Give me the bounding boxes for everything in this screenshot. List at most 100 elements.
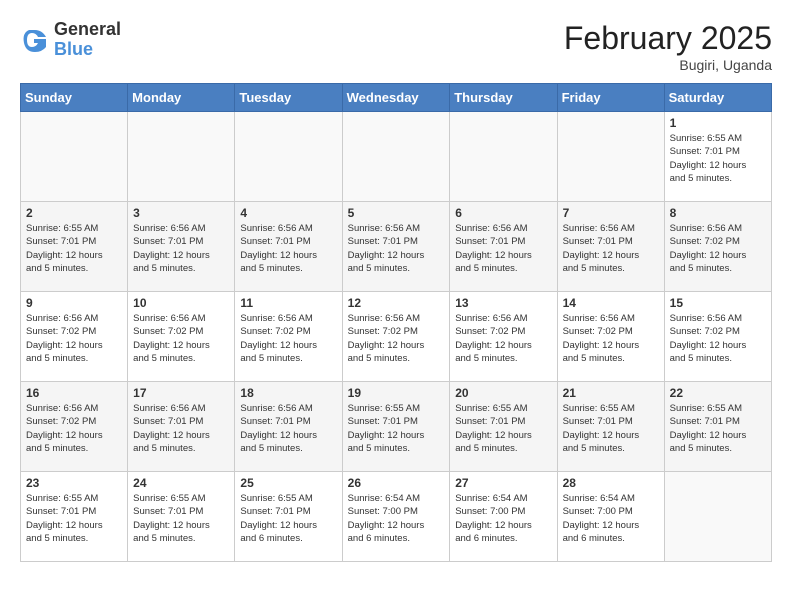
day-info: Sunrise: 6:55 AM Sunset: 7:01 PM Dayligh… [348, 402, 445, 455]
day-cell: 18 Sunrise: 6:56 AM Sunset: 7:01 PM Dayli… [235, 382, 342, 472]
day-info: Sunrise: 6:55 AM Sunset: 7:01 PM Dayligh… [26, 222, 122, 275]
calendar-subtitle: Bugiri, Uganda [564, 57, 772, 73]
day-info: Sunrise: 6:56 AM Sunset: 7:02 PM Dayligh… [348, 312, 445, 365]
day-cell: 14 Sunrise: 6:56 AM Sunset: 7:02 PM Dayli… [557, 292, 664, 382]
week-row-4: 16 Sunrise: 6:56 AM Sunset: 7:02 PM Dayli… [21, 382, 772, 472]
day-info: Sunrise: 6:54 AM Sunset: 7:00 PM Dayligh… [348, 492, 445, 545]
day-number: 9 [26, 296, 122, 310]
calendar-table: SundayMondayTuesdayWednesdayThursdayFrid… [20, 83, 772, 562]
day-cell: 7Sunrise: 6:56 AM Sunset: 7:01 PM Daylig… [557, 202, 664, 292]
logo: General Blue [20, 20, 121, 60]
day-cell: 10 Sunrise: 6:56 AM Sunset: 7:02 PM Dayli… [128, 292, 235, 382]
day-info: Sunrise: 6:56 AM Sunset: 7:01 PM Dayligh… [133, 222, 229, 275]
day-number: 19 [348, 386, 445, 400]
weekday-header-sunday: Sunday [21, 84, 128, 112]
day-info: Sunrise: 6:56 AM Sunset: 7:02 PM Dayligh… [670, 312, 766, 365]
weekday-header-friday: Friday [557, 84, 664, 112]
day-info: Sunrise: 6:56 AM Sunset: 7:01 PM Dayligh… [455, 222, 551, 275]
day-cell [450, 112, 557, 202]
day-number: 20 [455, 386, 551, 400]
day-number: 1 [670, 116, 766, 130]
day-info: Sunrise: 6:54 AM Sunset: 7:00 PM Dayligh… [455, 492, 551, 545]
day-number: 15 [670, 296, 766, 310]
day-cell: 19 Sunrise: 6:55 AM Sunset: 7:01 PM Dayli… [342, 382, 450, 472]
day-number: 21 [563, 386, 659, 400]
day-number: 17 [133, 386, 229, 400]
day-number: 2 [26, 206, 122, 220]
day-cell: 20 Sunrise: 6:55 AM Sunset: 7:01 PM Dayli… [450, 382, 557, 472]
day-cell: 9Sunrise: 6:56 AM Sunset: 7:02 PM Daylig… [21, 292, 128, 382]
day-number: 18 [240, 386, 336, 400]
day-info: Sunrise: 6:56 AM Sunset: 7:02 PM Dayligh… [670, 222, 766, 275]
day-number: 16 [26, 386, 122, 400]
week-row-3: 9 Sunrise: 6:56 AM Sunset: 7:02 PM Daylig… [21, 292, 772, 382]
day-cell: 22Sunrise: 6:55 AM Sunset: 7:01 PM Dayli… [664, 382, 771, 472]
day-cell: 15 Sunrise: 6:56 AM Sunset: 7:02 PM Dayli… [664, 292, 771, 382]
day-cell: 16 Sunrise: 6:56 AM Sunset: 7:02 PM Dayli… [21, 382, 128, 472]
day-cell [21, 112, 128, 202]
day-cell [235, 112, 342, 202]
day-info: Sunrise: 6:56 AM Sunset: 7:01 PM Dayligh… [240, 222, 336, 275]
day-number: 28 [563, 476, 659, 490]
day-info: Sunrise: 6:56 AM Sunset: 7:02 PM Dayligh… [133, 312, 229, 365]
day-cell [342, 112, 450, 202]
day-cell: 6 Sunrise: 6:56 AM Sunset: 7:01 PM Daylig… [450, 202, 557, 292]
weekday-header-saturday: Saturday [664, 84, 771, 112]
day-cell: 8 Sunrise: 6:56 AM Sunset: 7:02 PM Daylig… [664, 202, 771, 292]
day-cell: 23 Sunrise: 6:55 AM Sunset: 7:01 PM Dayli… [21, 472, 128, 562]
logo-general-text: General [54, 19, 121, 39]
week-row-1: 1 Sunrise: 6:55 AM Sunset: 7:01 PM Daylig… [21, 112, 772, 202]
day-number: 24 [133, 476, 229, 490]
day-info: Sunrise: 6:56 AM Sunset: 7:01 PM Dayligh… [133, 402, 229, 455]
logo-blue-text: Blue [54, 39, 93, 59]
day-number: 6 [455, 206, 551, 220]
day-info: Sunrise: 6:55 AM Sunset: 7:01 PM Dayligh… [455, 402, 551, 455]
weekday-header-wednesday: Wednesday [342, 84, 450, 112]
day-info: Sunrise: 6:55 AM Sunset: 7:01 PM Dayligh… [670, 132, 766, 185]
day-cell [128, 112, 235, 202]
day-cell [557, 112, 664, 202]
day-cell: 5 Sunrise: 6:56 AM Sunset: 7:01 PM Daylig… [342, 202, 450, 292]
day-cell: 1 Sunrise: 6:55 AM Sunset: 7:01 PM Daylig… [664, 112, 771, 202]
logo-icon [20, 25, 50, 55]
day-number: 5 [348, 206, 445, 220]
day-number: 13 [455, 296, 551, 310]
day-cell: 27 Sunrise: 6:54 AM Sunset: 7:00 PM Dayli… [450, 472, 557, 562]
day-cell: 2 Sunrise: 6:55 AM Sunset: 7:01 PM Daylig… [21, 202, 128, 292]
day-number: 12 [348, 296, 445, 310]
day-cell: 25Sunrise: 6:55 AM Sunset: 7:01 PM Dayli… [235, 472, 342, 562]
day-number: 23 [26, 476, 122, 490]
day-number: 27 [455, 476, 551, 490]
day-cell: 28 Sunrise: 6:54 AM Sunset: 7:00 PM Dayli… [557, 472, 664, 562]
day-number: 26 [348, 476, 445, 490]
day-number: 10 [133, 296, 229, 310]
day-info: Sunrise: 6:56 AM Sunset: 7:02 PM Dayligh… [26, 402, 122, 455]
week-row-5: 23 Sunrise: 6:55 AM Sunset: 7:01 PM Dayli… [21, 472, 772, 562]
day-info: Sunrise: 6:56 AM Sunset: 7:01 PM Dayligh… [348, 222, 445, 275]
day-number: 25 [240, 476, 336, 490]
day-info: Sunrise: 6:56 AM Sunset: 7:02 PM Dayligh… [455, 312, 551, 365]
weekday-header-row: SundayMondayTuesdayWednesdayThursdayFrid… [21, 84, 772, 112]
day-info: Sunrise: 6:55 AM Sunset: 7:01 PM Dayligh… [133, 492, 229, 545]
day-info: Sunrise: 6:56 AM Sunset: 7:02 PM Dayligh… [240, 312, 336, 365]
weekday-header-monday: Monday [128, 84, 235, 112]
day-number: 8 [670, 206, 766, 220]
day-info: Sunrise: 6:56 AM Sunset: 7:01 PM Dayligh… [240, 402, 336, 455]
day-info: Sunrise: 6:55 AM Sunset: 7:01 PM Dayligh… [26, 492, 122, 545]
title-block: February 2025 Bugiri, Uganda [564, 20, 772, 73]
day-info: Sunrise: 6:56 AM Sunset: 7:02 PM Dayligh… [563, 312, 659, 365]
weekday-header-thursday: Thursday [450, 84, 557, 112]
day-cell: 11Sunrise: 6:56 AM Sunset: 7:02 PM Dayli… [235, 292, 342, 382]
day-number: 3 [133, 206, 229, 220]
day-info: Sunrise: 6:54 AM Sunset: 7:00 PM Dayligh… [563, 492, 659, 545]
calendar-title: February 2025 [564, 20, 772, 57]
day-number: 14 [563, 296, 659, 310]
day-cell: 21 Sunrise: 6:55 AM Sunset: 7:01 PM Dayli… [557, 382, 664, 472]
day-cell [664, 472, 771, 562]
weekday-header-tuesday: Tuesday [235, 84, 342, 112]
day-number: 22 [670, 386, 766, 400]
day-cell: 26 Sunrise: 6:54 AM Sunset: 7:00 PM Dayli… [342, 472, 450, 562]
day-number: 7 [563, 206, 659, 220]
day-info: Sunrise: 6:55 AM Sunset: 7:01 PM Dayligh… [563, 402, 659, 455]
week-row-2: 2 Sunrise: 6:55 AM Sunset: 7:01 PM Daylig… [21, 202, 772, 292]
